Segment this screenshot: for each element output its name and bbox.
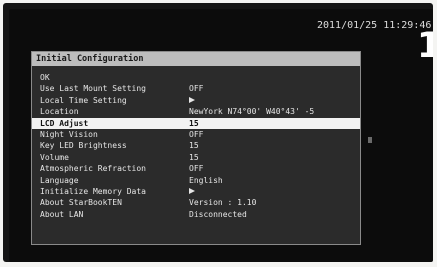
- menu-item-label: About StarBookTEN: [40, 198, 122, 208]
- configuration-menu: OK Use Last Mount Setting OFF Local Time Se…: [32, 72, 360, 220]
- dialog-title: Initial Configuration: [32, 52, 360, 66]
- menu-item-atmospheric-refraction[interactable]: Atmospheric Refraction OFF: [32, 163, 360, 174]
- menu-item-label: Local Time Setting: [40, 95, 127, 105]
- menu-item-label: Use Last Mount Setting: [40, 84, 146, 94]
- menu-item-label: Night Vision: [40, 129, 98, 139]
- menu-item-value: OFF: [189, 164, 204, 174]
- device-bezel: 2011/01/25 11:29:46 1 Initial Configurat…: [3, 3, 433, 262]
- initial-configuration-dialog: Initial Configuration OK Use Last Mount S…: [31, 51, 361, 245]
- menu-item-location[interactable]: Location NewYork N74°00' W40°43' -5: [32, 106, 360, 117]
- menu-item-label: OK: [40, 73, 50, 82]
- menu-item-value: OFF: [189, 84, 204, 94]
- menu-item-label: About LAN: [40, 209, 84, 219]
- lcd-screen: 2011/01/25 11:29:46 1 Initial Configurat…: [9, 9, 433, 262]
- menu-item-value: NewYork N74°00' W40°43' -5: [189, 107, 315, 117]
- menu-item-lcd-adjust[interactable]: LCD Adjust 15: [32, 117, 360, 129]
- right-arrow-icon: [189, 186, 195, 197]
- menu-item-label: Location: [40, 107, 79, 117]
- menu-item-value: English: [189, 175, 223, 185]
- menu-item-value: 15: [189, 141, 199, 151]
- right-arrow-icon: [189, 97, 195, 104]
- menu-item-label: Volume: [40, 152, 69, 162]
- menu-item-value: OFF: [189, 129, 204, 139]
- menu-item-initialize-memory-data[interactable]: Initialize Memory Data: [32, 186, 360, 197]
- menu-item-about-starbookten[interactable]: About StarBookTEN Version : 1.10: [32, 197, 360, 208]
- menu-item-label: Atmospheric Refraction: [40, 164, 146, 174]
- menu-item-use-last-mount-setting[interactable]: Use Last Mount Setting OFF: [32, 83, 360, 94]
- menu-item-label: Initialize Memory Data: [40, 186, 146, 196]
- menu-item-night-vision[interactable]: Night Vision OFF: [32, 129, 360, 140]
- right-arrow-icon: [189, 188, 195, 195]
- menu-item-label: LCD Adjust: [40, 118, 89, 128]
- scroll-indicator: [368, 137, 372, 143]
- menu-item-value: 15: [189, 118, 199, 128]
- menu-item-value: Version : 1.10: [189, 198, 257, 208]
- menu-item-language[interactable]: Language English: [32, 175, 360, 186]
- menu-item-value: 15: [189, 152, 199, 162]
- menu-item-local-time-setting[interactable]: Local Time Setting: [32, 95, 360, 106]
- right-arrow-icon: [189, 95, 195, 106]
- page-number: 1: [417, 26, 433, 66]
- menu-item-label: Language: [40, 175, 79, 185]
- menu-item-key-led-brightness[interactable]: Key LED Brightness 15: [32, 140, 360, 151]
- menu-item-about-lan[interactable]: About LAN Disconnected: [32, 209, 360, 220]
- menu-item-value: Disconnected: [189, 209, 247, 219]
- menu-item-label: Key LED Brightness: [40, 141, 127, 151]
- date-time-display: 2011/01/25 11:29:46: [317, 20, 432, 31]
- menu-item-ok[interactable]: OK: [32, 72, 360, 83]
- menu-item-volume[interactable]: Volume 15: [32, 152, 360, 163]
